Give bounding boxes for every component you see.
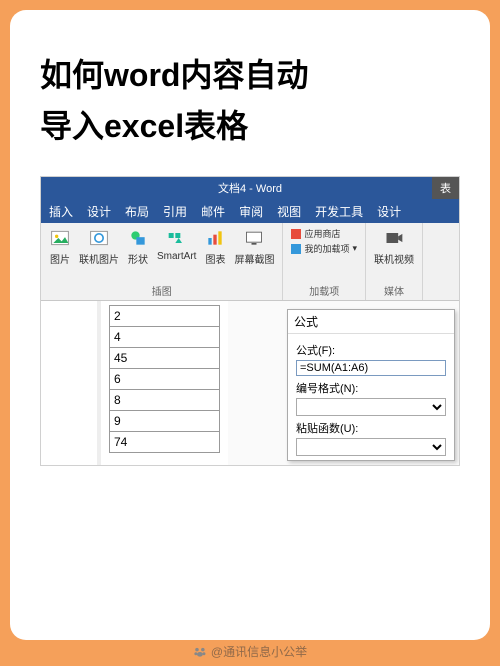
doc-left-margin bbox=[41, 301, 101, 466]
tab-insert[interactable]: 插入 bbox=[49, 203, 73, 220]
formula-dialog: 公式 公式(F): 编号格式(N): 粘贴函数(U): bbox=[287, 309, 455, 461]
smartart-icon bbox=[166, 227, 188, 249]
group-label-illustrations: 插图 bbox=[49, 283, 274, 298]
numformat-select[interactable] bbox=[296, 398, 446, 416]
cell[interactable]: 4 bbox=[110, 327, 220, 348]
tab-design[interactable]: 设计 bbox=[87, 203, 111, 220]
btn-my-addins[interactable]: 我的加载项 ▾ bbox=[291, 242, 357, 255]
btn-store[interactable]: 应用商店 bbox=[291, 227, 357, 240]
table-zone: 2 4 45 6 8 9 74 bbox=[101, 301, 228, 466]
table-row: 6 bbox=[110, 369, 220, 390]
table-row: 4 bbox=[110, 327, 220, 348]
group-illustrations: 图片 联机图片 形状 SmartArt bbox=[41, 223, 283, 300]
table-row: 74 bbox=[110, 432, 220, 453]
tab-review[interactable]: 审阅 bbox=[239, 203, 263, 220]
cell[interactable]: 8 bbox=[110, 390, 220, 411]
chart-icon bbox=[204, 227, 226, 249]
watermark-text: @通讯信息小公举 bbox=[211, 643, 307, 660]
word-screenshot: 文档4 - Word 表 插入 设计 布局 引用 邮件 审阅 视图 开发工具 设… bbox=[40, 176, 460, 466]
online-picture-icon bbox=[88, 227, 110, 249]
table-row: 2 bbox=[110, 306, 220, 327]
btn-picture[interactable]: 图片 bbox=[49, 227, 71, 266]
group-media: 联机视频 媒体 bbox=[366, 223, 423, 300]
paw-icon bbox=[193, 645, 207, 659]
tab-view[interactable]: 视图 bbox=[277, 203, 301, 220]
tab-table-design[interactable]: 设计 bbox=[377, 203, 401, 220]
btn-smartart[interactable]: SmartArt bbox=[157, 227, 196, 262]
title-line-2: 导入excel表格 bbox=[40, 108, 248, 144]
title-line-1: 如何word内容自动 bbox=[40, 57, 308, 93]
table-row: 8 bbox=[110, 390, 220, 411]
content-card: 如何word内容自动 导入excel表格 文档4 - Word 表 插入 设计 … bbox=[10, 10, 490, 640]
pastefunc-select[interactable] bbox=[296, 438, 446, 456]
formula-input[interactable] bbox=[296, 360, 446, 376]
cell[interactable]: 74 bbox=[110, 432, 220, 453]
table-row: 45 bbox=[110, 348, 220, 369]
group-addins: 应用商店 我的加载项 ▾ 加载项 bbox=[283, 223, 366, 300]
btn-online-picture[interactable]: 联机图片 bbox=[79, 227, 119, 266]
cell[interactable]: 9 bbox=[110, 411, 220, 432]
tab-references[interactable]: 引用 bbox=[163, 203, 187, 220]
dialog-title: 公式 bbox=[288, 310, 454, 334]
shapes-icon bbox=[127, 227, 149, 249]
tab-layout[interactable]: 布局 bbox=[125, 203, 149, 220]
group-label-addins: 加载项 bbox=[291, 283, 357, 298]
cell[interactable]: 6 bbox=[110, 369, 220, 390]
ribbon-tabs: 插入 设计 布局 引用 邮件 审阅 视图 开发工具 设计 bbox=[41, 199, 459, 223]
btn-online-video[interactable]: 联机视频 bbox=[374, 227, 414, 266]
word-table[interactable]: 2 4 45 6 8 9 74 bbox=[109, 305, 220, 453]
numformat-label: 编号格式(N): bbox=[296, 380, 446, 396]
store-icon bbox=[291, 229, 301, 239]
ribbon-body: 图片 联机图片 形状 SmartArt bbox=[41, 223, 459, 301]
btn-shapes[interactable]: 形状 bbox=[127, 227, 149, 266]
pastefunc-label: 粘贴函数(U): bbox=[296, 420, 446, 436]
article-title: 如何word内容自动 导入excel表格 bbox=[40, 50, 460, 152]
tab-dev[interactable]: 开发工具 bbox=[315, 203, 363, 220]
window-title: 文档4 - Word bbox=[218, 180, 282, 196]
cell[interactable]: 2 bbox=[110, 306, 220, 327]
tab-mail[interactable]: 邮件 bbox=[201, 203, 225, 220]
formula-label: 公式(F): bbox=[296, 342, 446, 358]
contextual-tab: 表 bbox=[432, 177, 459, 199]
word-title-bar: 文档4 - Word 表 bbox=[41, 177, 459, 199]
cell[interactable]: 45 bbox=[110, 348, 220, 369]
watermark: @通讯信息小公举 bbox=[193, 643, 307, 660]
table-row: 9 bbox=[110, 411, 220, 432]
video-icon bbox=[383, 227, 405, 249]
picture-icon bbox=[49, 227, 71, 249]
btn-screenshot[interactable]: 屏幕截图 bbox=[234, 227, 274, 266]
group-label-media: 媒体 bbox=[374, 283, 414, 298]
screenshot-icon bbox=[243, 227, 265, 249]
btn-chart[interactable]: 图表 bbox=[204, 227, 226, 266]
addins-icon bbox=[291, 244, 301, 254]
